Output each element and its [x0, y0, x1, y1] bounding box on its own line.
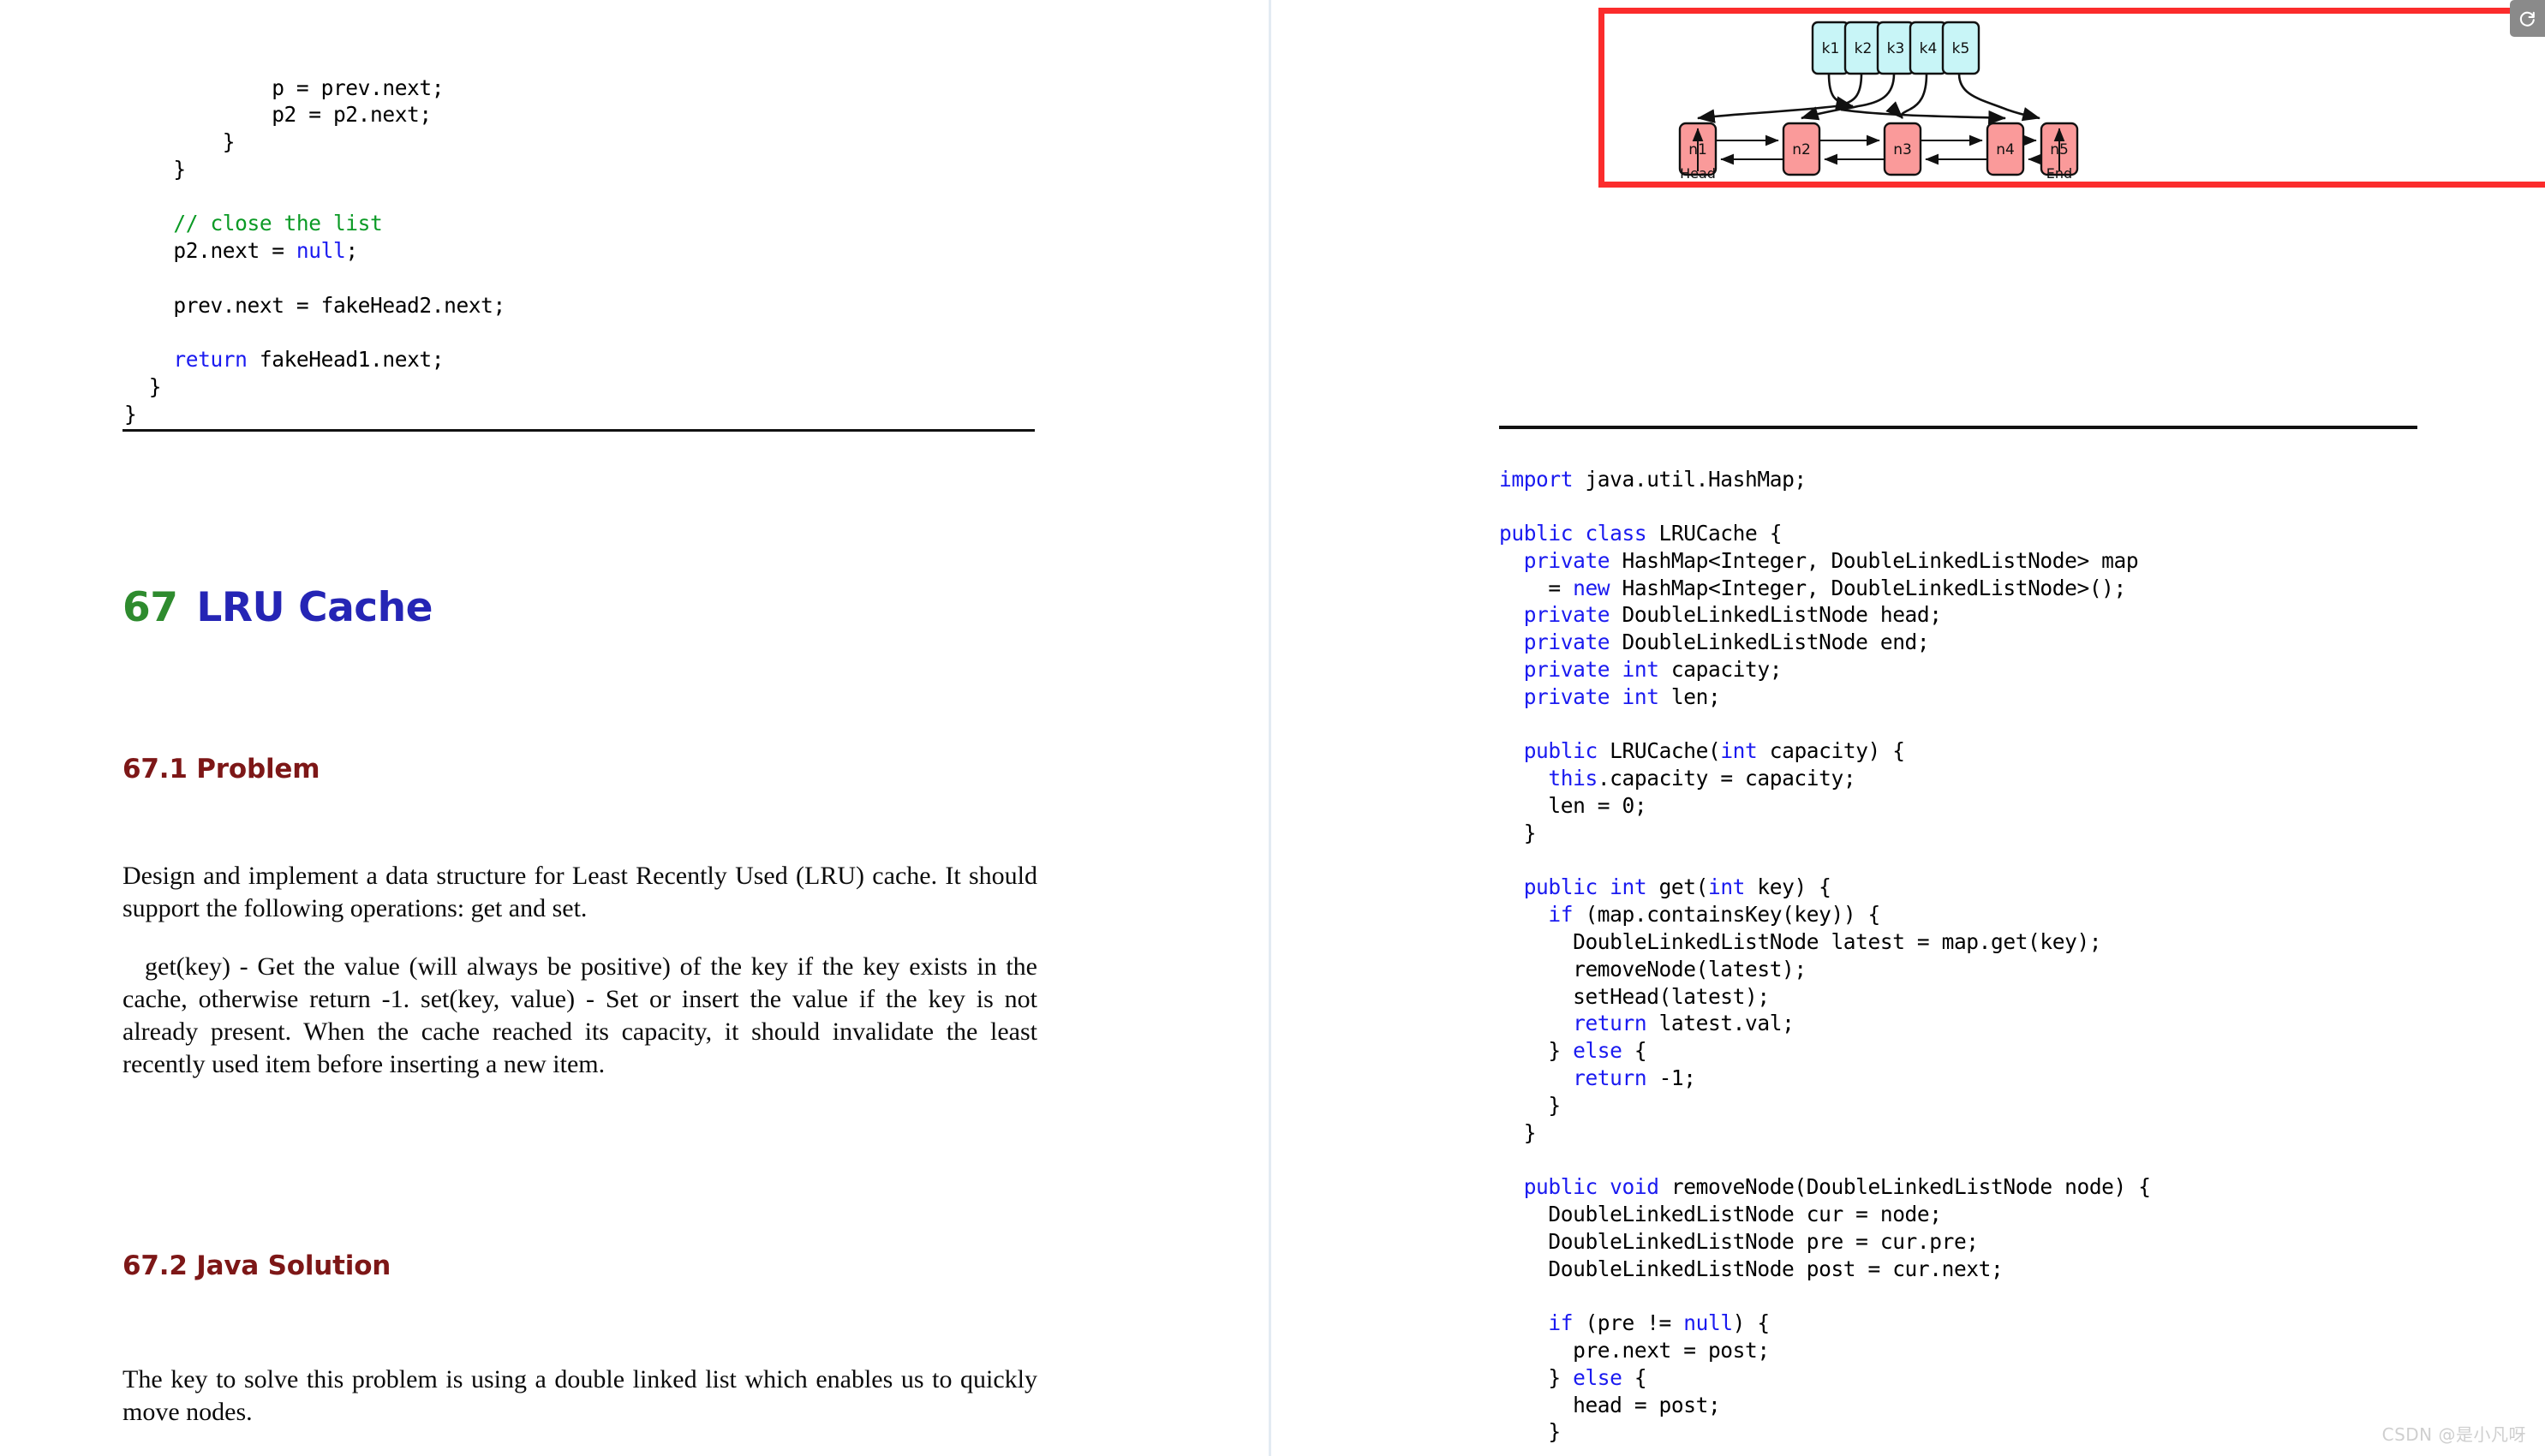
node-label: n3 [1893, 141, 1912, 158]
node-box-n3: n3 [1883, 122, 1922, 176]
key-box-k4: k4 [1909, 21, 1948, 75]
section-heading-java-solution: 67.2 Java Solution [122, 1250, 391, 1281]
key-label: k4 [1920, 40, 1938, 57]
arrow-k5-to-n5 [1957, 73, 2041, 122]
solution-paragraph: The key to solve this problem is using a… [122, 1365, 1037, 1426]
arrow-k3-to-n4 [1840, 108, 2007, 125]
key-label: k1 [1822, 40, 1840, 57]
key-label: k5 [1952, 40, 1970, 57]
key-box-k5: k5 [1941, 21, 1980, 75]
reload-icon [2519, 11, 2535, 27]
left-page-column: p = prev.next; p2 = p2.next; } } // clos… [0, 0, 1269, 1456]
chapter-title: LRU Cache [196, 584, 433, 631]
page-title: 67 LRU Cache [122, 584, 433, 631]
code-block-top: p = prev.next; p2 = p2.next; } } // clos… [124, 75, 505, 427]
key-box-k3: k3 [1876, 21, 1915, 75]
key-box-k2: k2 [1843, 21, 1883, 75]
document-page: p = prev.next; p2 = p2.next; } } // clos… [0, 0, 2545, 1456]
lru-doubly-linked-list-diagram: k1 k2 k3 k4 k5 n1 n2 n3 n4 n5 Head End [1678, 21, 2079, 182]
arrow-k4-to-n3 [1885, 101, 1910, 119]
key-to-node-arrow-group [1696, 73, 2041, 125]
section-heading-problem: 67.1 Problem [122, 754, 320, 785]
lru-diagram-highlight-frame: k1 k2 k3 k4 k5 n1 n2 n3 n4 n5 Head End [1598, 8, 2545, 188]
node-label: n2 [1792, 141, 1811, 158]
horizontal-rule-left [122, 429, 1035, 432]
key-label: k3 [1887, 40, 1905, 57]
node-box-n4: n4 [1986, 122, 2025, 176]
problem-paragraph-2: get(key) - Get the value (will always be… [122, 952, 1037, 1078]
head-label: Head [1680, 165, 1716, 182]
key-label: k2 [1855, 40, 1873, 57]
chapter-number: 67 [122, 584, 178, 631]
node-box-n2: n2 [1782, 122, 1821, 176]
key-box-k1: k1 [1811, 21, 1850, 75]
node-box-group: n1 n2 n3 n4 n5 [1678, 122, 2079, 176]
arrow-k2-to-n1 [1696, 104, 1837, 123]
problem-paragraph-1: Design and implement a data structure fo… [122, 862, 1037, 922]
key-box-group: k1 k2 k3 k4 k5 [1811, 21, 1980, 75]
watermark: CSDN @是小凡呀 [2381, 1424, 2526, 1445]
horizontal-rule-right [1499, 426, 2417, 429]
code-block-lrucache: import java.util.HashMap; public class L… [1499, 466, 2151, 1445]
node-label: n4 [1996, 141, 2015, 158]
right-page-column: k1 k2 k3 k4 k5 n1 n2 n3 n4 n5 Head End i… [1271, 0, 2545, 1456]
arrow-k4-curve-in [1909, 73, 1928, 111]
reload-button[interactable] [2510, 0, 2545, 37]
end-label: End [2046, 165, 2072, 182]
